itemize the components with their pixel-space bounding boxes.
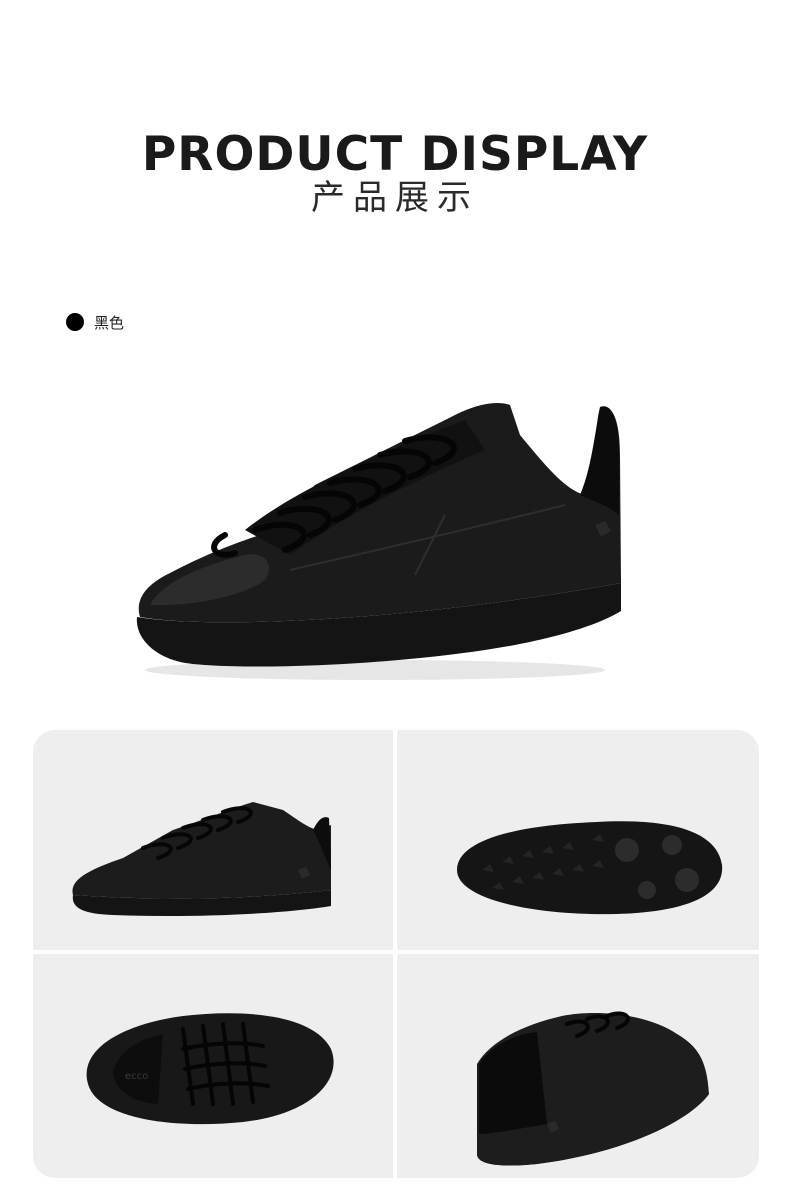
color-label: 黑色 (94, 313, 125, 332)
hero-product-image (125, 395, 635, 685)
sneaker-rear-icon (477, 1011, 709, 1166)
brand-mark: ecco (125, 1071, 148, 1082)
product-gallery: ecco (33, 730, 759, 1178)
color-option[interactable]: 黑色 (66, 311, 124, 333)
page-subtitle: 产品展示 (311, 178, 479, 218)
gallery-tile-side[interactable] (33, 730, 393, 950)
gallery-tile-sole[interactable] (397, 730, 759, 950)
sneaker-side-icon (72, 802, 331, 916)
gallery-tile-top[interactable]: ecco (33, 954, 393, 1178)
sneaker-sole-icon (457, 821, 723, 915)
color-swatch (66, 313, 84, 331)
sneaker-hero-icon (136, 403, 621, 680)
sneaker-top-icon: ecco (86, 1013, 334, 1125)
gallery-tile-rear[interactable] (397, 954, 759, 1178)
